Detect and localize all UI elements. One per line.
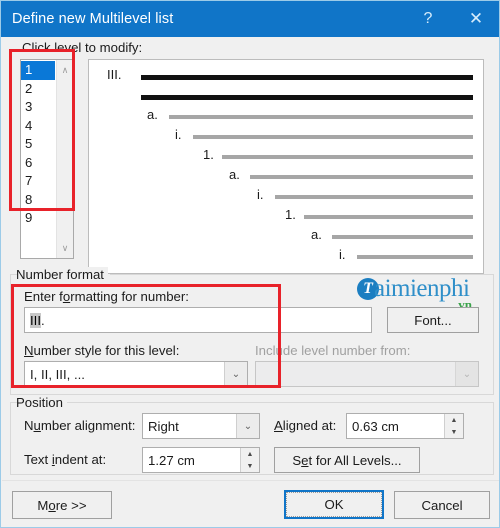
level-item-4[interactable]: 4 xyxy=(21,117,56,136)
enter-formatting-label: Enter formatting for number: xyxy=(24,289,189,304)
preview-row-text-bar xyxy=(304,215,473,219)
preview-row-number: a. xyxy=(147,107,158,122)
include-level-dropdown: ⌄ xyxy=(255,361,479,387)
define-multilevel-list-dialog: Define new Multilevel list ? ✕ Click lev… xyxy=(0,0,500,528)
level-list-box[interactable]: 123456789 ∧ ∨ xyxy=(20,59,74,259)
chevron-down-icon[interactable]: ⌄ xyxy=(224,362,247,386)
spin-up-icon[interactable]: ▲ xyxy=(445,414,463,426)
dialog-client-area: Click level to modify: 123456789 ∧ ∨ III… xyxy=(2,37,499,527)
list-preview-pane: III. a. i. 1. a. i. 1. a. i. xyxy=(88,59,484,274)
level-item-9[interactable]: 9 xyxy=(21,209,56,228)
preview-row-text-bar xyxy=(141,95,473,100)
preview-row xyxy=(89,88,483,108)
aligned-at-value: 0.63 cm xyxy=(352,418,399,434)
preview-row-text-bar xyxy=(222,155,473,159)
level-item-8[interactable]: 8 xyxy=(21,191,56,210)
aligned-at-label: Aligned at: xyxy=(274,418,337,433)
text-indent-spin-buttons[interactable]: ▲ ▼ xyxy=(240,448,259,472)
click-level-label: Click level to modify: xyxy=(22,40,143,55)
ok-button[interactable]: OK xyxy=(284,490,384,519)
aligned-at-spinner[interactable]: 0.63 cm ▲ ▼ xyxy=(346,413,464,439)
level-item-7[interactable]: 7 xyxy=(21,172,56,191)
preview-row: i. xyxy=(89,247,483,268)
text-indent-spinner[interactable]: 1.27 cm ▲ ▼ xyxy=(142,447,260,473)
preview-row-number: a. xyxy=(229,167,240,182)
chevron-down-icon[interactable]: ⌄ xyxy=(236,414,259,438)
close-icon[interactable]: ✕ xyxy=(451,1,499,37)
preview-row-number: 1. xyxy=(285,207,296,222)
number-style-dropdown[interactable]: I, II, III, ... ⌄ xyxy=(24,361,248,387)
cancel-button[interactable]: Cancel xyxy=(394,491,490,519)
text-indent-value: 1.27 cm xyxy=(148,452,195,468)
include-level-label: Include level number from: xyxy=(255,343,411,358)
window-title: Define new Multilevel list xyxy=(12,11,174,27)
preview-row-number: i. xyxy=(175,127,182,142)
font-button[interactable]: Font... xyxy=(387,307,479,333)
aligned-at-spin-buttons[interactable]: ▲ ▼ xyxy=(444,414,463,438)
preview-rows: III. a. i. 1. a. i. 1. a. i. xyxy=(89,60,483,268)
title-bar: Define new Multilevel list ? ✕ xyxy=(1,1,499,37)
preview-row-number: 1. xyxy=(203,147,214,162)
number-alignment-label: Number alignment: xyxy=(24,418,136,433)
number-format-input[interactable]: III. xyxy=(24,307,372,333)
level-item-6[interactable]: 6 xyxy=(21,154,56,173)
text-indent-label: Text indent at: xyxy=(24,452,107,467)
number-alignment-dropdown[interactable]: Right ⌄ xyxy=(142,413,260,439)
number-alignment-value: Right xyxy=(148,418,179,434)
level-item-3[interactable]: 3 xyxy=(21,98,56,117)
preview-row-number: III. xyxy=(107,67,122,82)
number-format-rest-value: . xyxy=(41,312,45,328)
level-list-items[interactable]: 123456789 xyxy=(21,60,56,258)
ok-button-label: OK xyxy=(286,492,382,517)
preview-row-text-bar xyxy=(275,195,473,199)
preview-row: 1. xyxy=(89,207,483,228)
scroll-up-icon[interactable]: ∧ xyxy=(57,62,73,78)
preview-row: a. xyxy=(89,107,483,128)
spin-down-icon[interactable]: ▼ xyxy=(445,426,463,438)
preview-row-text-bar xyxy=(141,75,473,80)
preview-row-text-bar xyxy=(357,255,473,259)
level-item-5[interactable]: 5 xyxy=(21,135,56,154)
preview-row-text-bar xyxy=(250,175,473,179)
preview-row-text-bar xyxy=(193,135,473,139)
preview-row: 1. xyxy=(89,147,483,168)
number-style-value: I, II, III, ... xyxy=(30,366,85,382)
level-item-1[interactable]: 1 xyxy=(21,61,55,80)
spin-up-icon[interactable]: ▲ xyxy=(241,448,259,460)
preview-row-number: i. xyxy=(339,247,346,262)
more-button[interactable]: Mo re >> xyxy=(12,491,112,519)
preview-row: III. xyxy=(89,67,483,88)
level-item-2[interactable]: 2 xyxy=(21,80,56,99)
scroll-down-icon[interactable]: ∨ xyxy=(57,240,73,256)
spin-down-icon[interactable]: ▼ xyxy=(241,460,259,472)
level-list-scrollbar[interactable]: ∧ ∨ xyxy=(56,60,73,258)
number-format-selected-value: III xyxy=(30,312,41,328)
number-style-label: Number style for this level: xyxy=(24,343,180,358)
preview-row-number: a. xyxy=(311,227,322,242)
preview-row-text-bar xyxy=(332,235,473,239)
preview-row: a. xyxy=(89,227,483,248)
preview-row: a. xyxy=(89,167,483,188)
preview-row-number: i. xyxy=(257,187,264,202)
chevron-down-icon-disabled: ⌄ xyxy=(455,362,478,386)
help-icon[interactable]: ? xyxy=(405,1,451,37)
set-for-all-levels-button[interactable]: Set for All Levels... xyxy=(274,447,420,473)
preview-row: i. xyxy=(89,187,483,208)
preview-row: i. xyxy=(89,127,483,148)
preview-row-text-bar xyxy=(169,115,473,119)
